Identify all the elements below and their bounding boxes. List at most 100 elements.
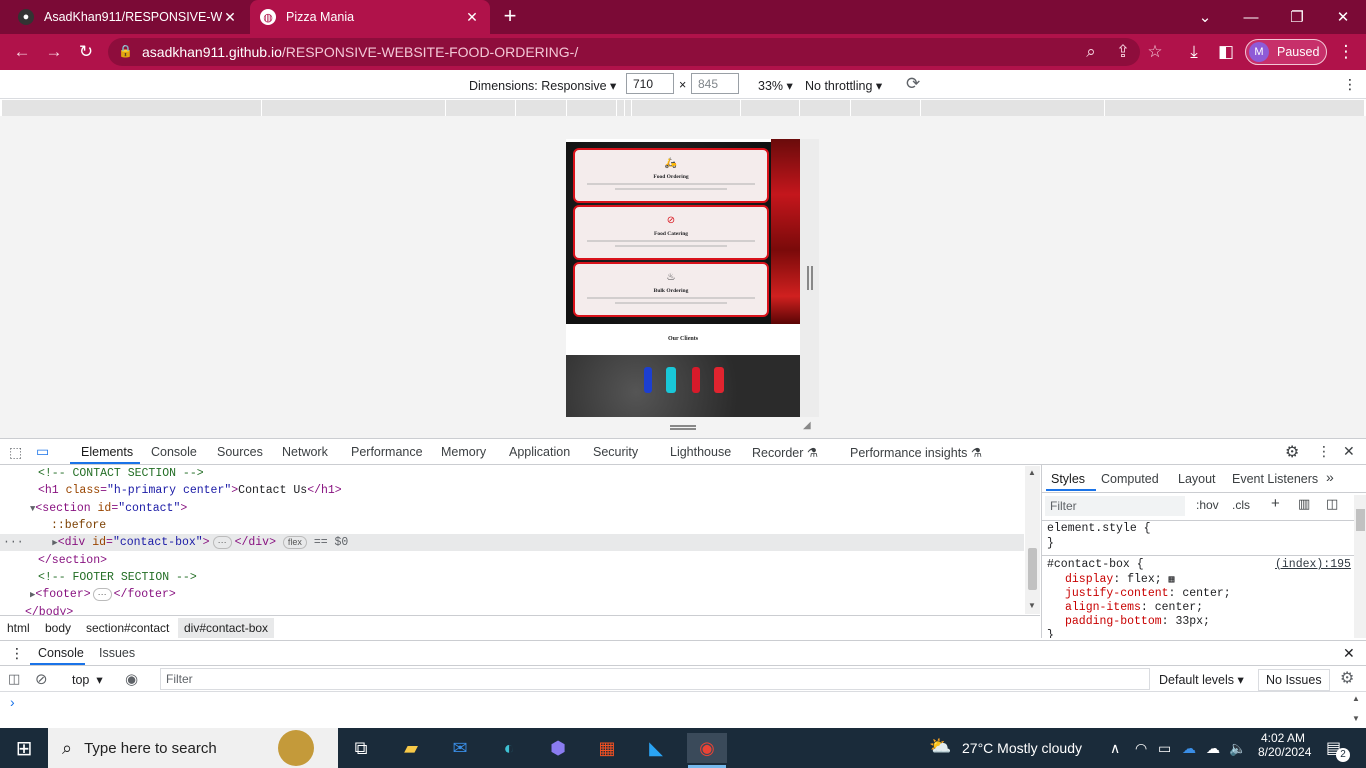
volume-icon[interactable]: 🔈 xyxy=(1229,740,1246,757)
weather-icon[interactable]: ⛅ xyxy=(929,736,951,757)
tab-console[interactable]: Console xyxy=(151,445,197,459)
drawer-menu-icon[interactable]: ⋮ xyxy=(10,645,24,662)
close-drawer-icon[interactable]: ✕ xyxy=(1343,645,1355,662)
zoom-dropdown[interactable]: 33% ▾ xyxy=(758,78,793,93)
close-window-button[interactable]: ✕ xyxy=(1320,0,1366,34)
ellipsis-badge[interactable]: ··· xyxy=(212,536,232,549)
tab-elements[interactable]: Elements xyxy=(81,445,133,459)
css-property[interactable]: padding-bottom: 33px; xyxy=(1065,615,1210,628)
bottom-resize-handle[interactable] xyxy=(670,425,696,430)
more-tabs-icon[interactable]: » xyxy=(1326,469,1334,485)
tab-recorder[interactable]: Recorder ⚗ xyxy=(752,445,818,460)
bookmark-star-icon[interactable]: ☆ xyxy=(1143,40,1167,64)
new-tab-button[interactable]: + xyxy=(498,4,522,28)
log-levels-dropdown[interactable]: Default levels ▾ xyxy=(1159,672,1244,687)
console-sidebar-icon[interactable]: ◫ xyxy=(8,671,20,687)
dom-node[interactable]: <h1 class="h-primary center">Contact Us<… xyxy=(0,482,1024,499)
tab-layout[interactable]: Layout xyxy=(1178,472,1216,486)
breadcrumb-body[interactable]: body xyxy=(45,621,71,635)
minimize-button[interactable]: — xyxy=(1228,0,1274,34)
close-devtools-icon[interactable]: ✕ xyxy=(1343,443,1355,460)
tab-sources[interactable]: Sources xyxy=(217,445,263,459)
windows-start-icon[interactable]: ⊞ xyxy=(9,733,39,763)
scroll-down-icon[interactable]: ▼ xyxy=(1028,601,1036,610)
tab-github[interactable]: ● AsadKhan911/RESPONSIVE-WEB ✕ xyxy=(8,0,248,34)
rule-selector[interactable]: #contact-box { xyxy=(1047,558,1144,571)
tab-performance-insights[interactable]: Performance insights ⚗ xyxy=(850,445,982,460)
taskbar-search-box[interactable]: ⌕ Type here to search xyxy=(48,728,338,768)
tab-pizza-mania[interactable]: ◍ Pizza Mania ✕ xyxy=(250,0,490,34)
dom-node[interactable]: ▼<section id="contact"> xyxy=(0,500,1024,517)
tab-computed[interactable]: Computed xyxy=(1101,472,1159,486)
collapsed-triangle-icon[interactable]: ▶ xyxy=(24,535,57,552)
restore-button[interactable]: ❐ xyxy=(1274,0,1320,34)
throttling-dropdown[interactable]: No throttling ▾ xyxy=(805,78,882,93)
issues-counter[interactable]: No Issues xyxy=(1258,669,1330,691)
emulated-page[interactable]: 🛵 Food Ordering ⊘ Food Catering ♨ Bulk O… xyxy=(566,139,800,417)
breadcrumb-section[interactable]: section#contact xyxy=(86,621,169,635)
profile-button[interactable]: M Paused xyxy=(1245,39,1327,65)
sidebar-toggle-icon[interactable]: ◫ xyxy=(1326,496,1338,512)
context-dropdown[interactable]: top ▾ xyxy=(72,672,103,687)
styles-filter-input[interactable]: Filter xyxy=(1045,496,1185,516)
lock-icon[interactable]: 🔒 xyxy=(118,44,133,58)
tab-performance[interactable]: Performance xyxy=(351,445,423,459)
download-icon[interactable]: ⤓ xyxy=(1182,40,1206,64)
edge-icon[interactable]: ◐ xyxy=(494,733,524,763)
cls-toggle[interactable]: .cls xyxy=(1232,498,1250,512)
forward-arrow-icon[interactable]: → xyxy=(42,40,66,64)
paint-brush-icon[interactable]: ▥ xyxy=(1298,496,1310,512)
dimensions-dropdown[interactable]: Dimensions: Responsive ▾ xyxy=(469,78,616,93)
dom-node[interactable]: ▶<footer> ··· </footer> xyxy=(0,586,1024,603)
rotate-icon[interactable]: ⟳ xyxy=(906,74,920,94)
dom-node[interactable]: </body> xyxy=(0,604,1024,615)
vscode-icon[interactable]: ◣ xyxy=(641,733,671,763)
share-icon[interactable]: ⇪ xyxy=(1111,40,1135,64)
hov-toggle[interactable]: :hov xyxy=(1196,498,1219,512)
side-panel-icon[interactable]: ◧ xyxy=(1214,40,1238,64)
styles-scrollbar[interactable] xyxy=(1354,495,1366,638)
breadcrumb-html[interactable]: html xyxy=(7,621,30,635)
scrollbar-thumb[interactable] xyxy=(1028,548,1037,590)
tab-lighthouse[interactable]: Lighthouse xyxy=(670,445,731,459)
settings-gear-icon[interactable]: ⚙ xyxy=(1285,442,1299,462)
weather-text[interactable]: 27°C Mostly cloudy xyxy=(962,740,1082,756)
tab-security[interactable]: Security xyxy=(593,445,638,459)
device-more-icon[interactable]: ⋮ xyxy=(1343,76,1357,93)
scrollbar-thumb[interactable] xyxy=(1356,509,1365,531)
zoom-search-icon[interactable]: ⌕ xyxy=(1079,40,1103,64)
clock[interactable]: 4:02 AM 8/20/2024 xyxy=(1258,731,1311,759)
width-input[interactable]: 710 xyxy=(626,73,674,94)
elements-tree[interactable]: <!-- CONTACT SECTION --> <h1 class="h-pr… xyxy=(0,465,1024,615)
tab-search-chevron-icon[interactable]: ⌄ xyxy=(1182,0,1228,34)
reload-icon[interactable]: ↻ xyxy=(74,40,98,64)
flexbox-editor-icon[interactable]: ▦ xyxy=(1169,575,1175,586)
rule-source-link[interactable]: (index):195 xyxy=(1275,558,1351,571)
elements-scrollbar[interactable]: ▲ ▼ xyxy=(1025,466,1040,614)
console-filter-input[interactable]: Filter xyxy=(160,668,1150,690)
devtools-more-icon[interactable]: ⋮ xyxy=(1317,443,1331,460)
tab-network[interactable]: Network xyxy=(282,445,328,459)
css-property[interactable]: align-items: center; xyxy=(1065,601,1203,614)
drawer-tab-console[interactable]: Console xyxy=(38,646,84,660)
node-actions-icon[interactable]: ··· xyxy=(3,536,24,549)
device-toggle-icon[interactable]: ▭ xyxy=(36,443,49,460)
hexagon-app-icon[interactable]: ⬢ xyxy=(543,733,573,763)
breadcrumb-div[interactable]: div#contact-box xyxy=(178,618,275,638)
inspect-element-icon[interactable]: ⬚ xyxy=(9,444,22,461)
cloud-icon[interactable]: ☁ xyxy=(1206,740,1220,757)
dom-node[interactable]: ::before xyxy=(0,517,1024,534)
network-icon[interactable]: ◠ xyxy=(1135,740,1147,757)
console-settings-gear-icon[interactable]: ⚙ xyxy=(1340,668,1354,688)
media-query-ruler[interactable] xyxy=(2,100,1364,116)
close-tab-icon[interactable]: ✕ xyxy=(464,9,480,26)
more-menu-icon[interactable]: ⋮ xyxy=(1334,40,1358,64)
corner-resize-icon[interactable]: ◢ xyxy=(803,420,811,431)
battery-icon[interactable]: ▭ xyxy=(1158,740,1171,757)
tray-chevron-icon[interactable]: ∧ xyxy=(1110,740,1120,757)
live-expression-eye-icon[interactable]: ◉ xyxy=(125,670,138,688)
css-property[interactable]: display: flex; ▦ xyxy=(1065,573,1175,586)
tab-event-listeners[interactable]: Event Listeners xyxy=(1232,472,1318,486)
tab-application[interactable]: Application xyxy=(509,445,570,459)
right-resize-handle[interactable] xyxy=(807,266,813,290)
